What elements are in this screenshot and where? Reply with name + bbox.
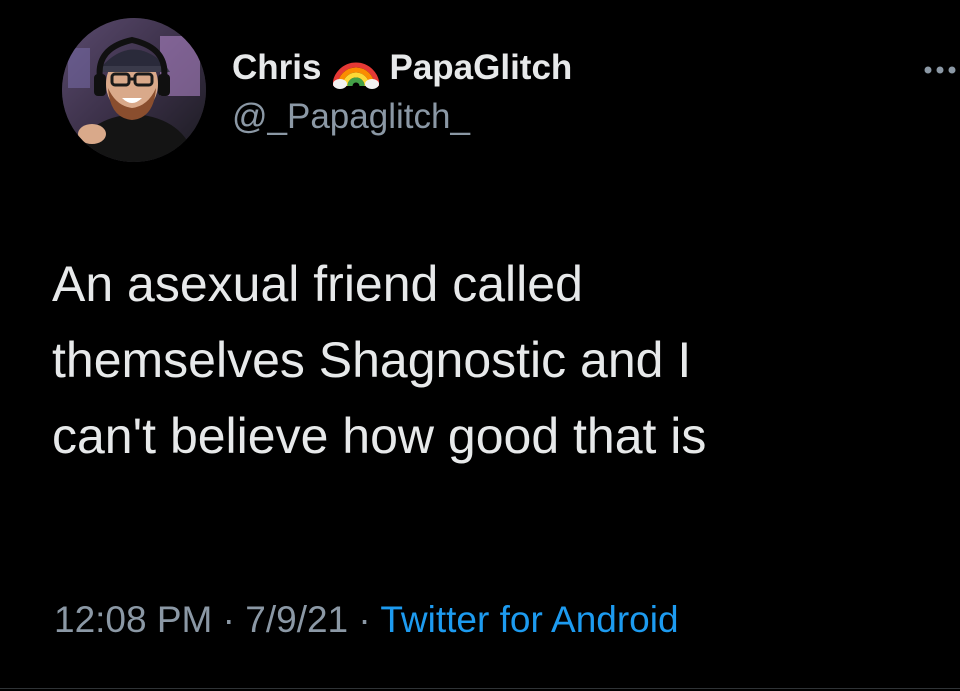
author-name-row[interactable]: Chris PapaGlitch [232,46,572,90]
tweet-text-line: can't believe how good that is [52,408,707,464]
rainbow-icon [332,46,380,90]
tweet: Chris PapaGlitch @_Papaglitch_ An asexua… [0,0,960,691]
tweet-time[interactable]: 12:08 PM [54,599,212,640]
more-horizontal-icon [924,66,956,74]
author-last-name: PapaGlitch [389,48,573,87]
tweet-source-link[interactable]: Twitter for Android [380,599,678,640]
avatar[interactable] [62,18,206,162]
divider [0,688,960,689]
tweet-text-line: themselves Shagnostic and I [52,332,692,388]
more-options-button[interactable] [916,58,960,82]
tweet-text-line: An asexual friend called [52,256,583,312]
meta-separator: · [358,599,381,640]
meta-separator: · [222,599,246,640]
author-handle[interactable]: @_Papaglitch_ [232,95,470,139]
tweet-text: An asexual friend called themselves Shag… [52,246,932,474]
tweet-meta: 12:08 PM · 7/9/21 · Twitter for Android [54,598,679,642]
avatar-image [62,18,206,162]
author-first-name: Chris [232,48,322,87]
tweet-date[interactable]: 7/9/21 [245,599,348,640]
